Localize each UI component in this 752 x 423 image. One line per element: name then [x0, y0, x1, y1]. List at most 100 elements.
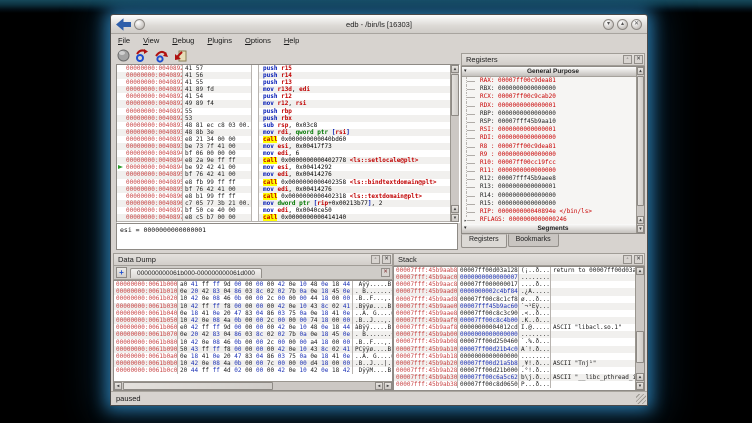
- disasm-vertical-scrollbar[interactable]: ▲ ▲ ▼: [450, 65, 459, 222]
- disasm-row[interactable]: 00000000:0040892641 89 fdmov r13d, edi: [117, 86, 459, 93]
- dump-row[interactable]: 00000000:0061b09050 43 ff ff f8 00 00 00…: [114, 346, 392, 353]
- dump-row[interactable]: 00000000:0061b03010 42 ff ff f8 00 00 00…: [114, 303, 392, 310]
- menu-plugins[interactable]: Plugins: [207, 36, 232, 45]
- titlebar[interactable]: edb - /bin/ls [16303] ▾ ▴ ✕: [111, 15, 647, 34]
- register-row[interactable]: R10: 00007ff00cc19fcc: [466, 159, 644, 167]
- group-segments[interactable]: ▾Segments: [462, 224, 644, 234]
- register-row[interactable]: RAX: 00007ff00c9dea81: [466, 77, 644, 85]
- register-row[interactable]: RSP: 00007fff45b9aa10: [466, 118, 644, 126]
- dump-row[interactable]: 00000000:0061b02010 42 0e 08 46 0b 00 00…: [114, 295, 392, 302]
- region-tab[interactable]: 000000000061b000-000000000061d000: [130, 268, 262, 278]
- stack-row[interactable]: 00007fff:45b9ab1000007ff00d21b4c0À´!.ð..…: [394, 346, 644, 353]
- registers-dock-title[interactable]: Registers: [461, 53, 645, 66]
- disasm-row[interactable]: 00000000:0040893fbe 73 7f 41 00mov esi, …: [117, 143, 459, 150]
- register-row[interactable]: RSI: 0000000000000001: [466, 126, 644, 134]
- step-out-icon[interactable]: [173, 48, 188, 63]
- register-row[interactable]: R9 : 0000000000000000: [466, 151, 644, 159]
- registers-list[interactable]: ▾General Purpose RAX: 00007ff00c9dea81RB…: [461, 66, 645, 234]
- data-dump-dock-title[interactable]: Data Dump: [113, 253, 393, 266]
- stack-row[interactable]: 00007fff:45b9aaf000007ff00c8c4b00.K..ð..…: [394, 317, 644, 324]
- dump-row[interactable]: 00000000:0061b060e0 42 ff ff 9d 00 00 00…: [114, 324, 392, 331]
- add-region-button[interactable]: +: [116, 267, 127, 278]
- stack-row[interactable]: 00007fff:45b9ab0800007ff00d250460`.%.ð..…: [394, 338, 644, 345]
- register-row[interactable]: R11: 0000000000000000: [466, 167, 644, 175]
- run-icon[interactable]: [116, 48, 131, 63]
- disasm-row[interactable]: 00000000:0040892441 55push r13: [117, 79, 459, 86]
- registers-close-button[interactable]: ✕: [634, 55, 643, 64]
- dump-row[interactable]: 00000000:0061b0700e 20 42 83 04 86 03 8c…: [114, 331, 392, 338]
- window-pin-button[interactable]: [134, 19, 145, 30]
- disasm-row[interactable]: 00000000:0040893748 8b 3emov rdi, qword …: [117, 129, 459, 136]
- resize-grip[interactable]: [636, 394, 646, 404]
- step-over-icon[interactable]: [154, 48, 169, 63]
- menu-help[interactable]: Help: [284, 36, 299, 45]
- stack-row[interactable]: 00007fff:45b9ab3800007ff00c8d0650P...ð..…: [394, 381, 644, 388]
- stack-float-button[interactable]: ◦: [623, 255, 632, 264]
- stack-row[interactable]: 00007fff:45b9aaf800000000004012cdÍ.@....…: [394, 324, 644, 331]
- tab-registers[interactable]: Registers: [461, 234, 507, 248]
- dump-row[interactable]: 00000000:0061b0a00e 18 41 0e 20 47 83 04…: [114, 353, 392, 360]
- stack-close-button[interactable]: ✕: [634, 255, 643, 264]
- register-row[interactable]: R8 : 00007ff00c9dea81: [466, 143, 644, 151]
- register-row[interactable]: RIP: 000000000040894e </bin/ls>: [466, 208, 644, 216]
- register-row[interactable]: RDI: 0000000000000000: [466, 134, 644, 142]
- dump-row[interactable]: 00000000:0061b0b010 42 0e 08 4a 0b 00 00…: [114, 360, 392, 367]
- disasm-row[interactable]: 00000000:00408949e8 2a 9e ff ffcall 0x00…: [117, 157, 459, 164]
- disasm-row[interactable]: 00000000:0040893ae8 21 34 00 00call 0x00…: [117, 136, 459, 143]
- back-arrow-icon[interactable]: [116, 17, 131, 32]
- data-dump-close-button[interactable]: ✕: [382, 255, 391, 264]
- maximize-button[interactable]: ▴: [617, 19, 628, 30]
- registers-vertical-scrollbar[interactable]: ▲ ▲ ▼: [636, 67, 644, 233]
- dump-horizontal-scrollbar[interactable]: ◀ ◀ ▶: [114, 381, 392, 390]
- hex-view[interactable]: 00000000:0061b000a0 41 ff ff 9d 00 00 00…: [113, 280, 393, 391]
- shade-button[interactable]: ▾: [603, 19, 614, 30]
- disasm-row[interactable]: 00000000:0040893048 81 ec c8 03 00.sub r…: [117, 122, 459, 129]
- disasm-row[interactable]: 00000000:00408953bf 76 42 41 00mov edi, …: [117, 171, 459, 178]
- menu-debug[interactable]: Debug: [172, 36, 194, 45]
- menu-options[interactable]: Options: [245, 36, 271, 45]
- stack-row[interactable]: 00007fff:45b9ab2000007ff00d21a5b8¸¥!.ð..…: [394, 360, 644, 367]
- stack-row[interactable]: 00007fff:45b9aae800007ff00c8c3c90.<..ð..…: [394, 310, 644, 317]
- disasm-row[interactable]: 00000000:0040894ebe 92 42 41 00mov esi, …: [117, 164, 459, 171]
- register-row[interactable]: RCX: 00007ff00c9cab20: [466, 93, 644, 101]
- register-row[interactable]: RDX: 0000000000000001: [466, 102, 644, 110]
- stack-row[interactable]: 00007fff:45b9ab3000007ff00c6a5c62b\j.ð..…: [394, 374, 644, 381]
- disasm-row[interactable]: 00000000:0040892b49 89 f4mov r12, rsi: [117, 100, 459, 107]
- group-general-purpose[interactable]: ▾General Purpose: [462, 67, 644, 77]
- disasm-row[interactable]: 00000000:00408967c7 05 77 3b 21 00.mov d…: [117, 200, 459, 207]
- register-row[interactable]: R14: 0000000000000000: [466, 192, 644, 200]
- tab-bookmarks[interactable]: Bookmarks: [508, 234, 559, 247]
- stack-row[interactable]: 00007fff:45b9aac00000000000000007.......…: [394, 274, 644, 281]
- stack-row[interactable]: 00007fff:45b9aad00000000002c4bf84.¿Ä....…: [394, 288, 644, 295]
- register-row[interactable]: RBX: 0000000000000000: [466, 85, 644, 93]
- stack-view[interactable]: 00007fff:45b9aab800007ff00d03a128(¡..ð..…: [393, 266, 645, 391]
- stack-row[interactable]: 00007fff:45b9ab000000000000000000.......…: [394, 331, 644, 338]
- dump-row[interactable]: 00000000:0061b0100e 20 42 83 04 86 03 8c…: [114, 288, 392, 295]
- close-button[interactable]: ✕: [631, 19, 642, 30]
- disasm-row[interactable]: 00000000:0040892e55push rbp: [117, 108, 459, 115]
- disasm-row[interactable]: 00000000:00408958e8 fb 99 ff ffcall 0x00…: [117, 179, 459, 186]
- dump-row[interactable]: 00000000:0061b08010 42 0e 08 46 0b 00 00…: [114, 339, 392, 346]
- close-region-tab-button[interactable]: ✕: [381, 268, 390, 277]
- disasm-row[interactable]: 00000000:00408944bf 06 00 00 00mov edi, …: [117, 150, 459, 157]
- registers-float-button[interactable]: ◦: [623, 55, 632, 64]
- menu-view[interactable]: View: [143, 36, 159, 45]
- disassembly-view[interactable]: 00000000:0040892041 57push r15 00000000:0…: [116, 64, 460, 223]
- disasm-row[interactable]: 00000000:0040895dbf 76 42 41 00mov edi, …: [117, 186, 459, 193]
- register-row[interactable]: RFLAGS: 0000000000000246▸: [466, 216, 644, 224]
- menu-file[interactable]: File: [118, 36, 130, 45]
- disasm-row[interactable]: 00000000:00408962e8 b1 99 ff ffcall 0x00…: [117, 193, 459, 200]
- step-into-icon[interactable]: [135, 48, 150, 63]
- data-dump-float-button[interactable]: ◦: [371, 255, 380, 264]
- stack-row[interactable]: 00007fff:45b9aab800007ff00d03a128(¡..ð..…: [394, 267, 644, 274]
- dump-row[interactable]: 00000000:0061b0400e 18 41 0e 20 47 83 04…: [114, 310, 392, 317]
- disasm-row[interactable]: 00000000:00408971bf 50 ce 40 00mov edi, …: [117, 207, 459, 214]
- stack-row[interactable]: 00007fff:45b9ab2800007ff00d21b000.°!.ð..…: [394, 367, 644, 374]
- disasm-row[interactable]: 00000000:0040892941 54push r12: [117, 93, 459, 100]
- stack-row[interactable]: 00007fff:45b9ab180000000000000000.......…: [394, 353, 644, 360]
- disasm-row[interactable]: 00000000:0040892f53push rbx: [117, 115, 459, 122]
- register-row[interactable]: R15: 0000000000000000: [466, 200, 644, 208]
- disasm-row[interactable]: 00000000:0040892041 57push r15: [117, 65, 459, 72]
- register-row[interactable]: R13: 0000000000000001: [466, 183, 644, 191]
- stack-row[interactable]: 00007fff:45b9aac800007ff000000017....ð..…: [394, 281, 644, 288]
